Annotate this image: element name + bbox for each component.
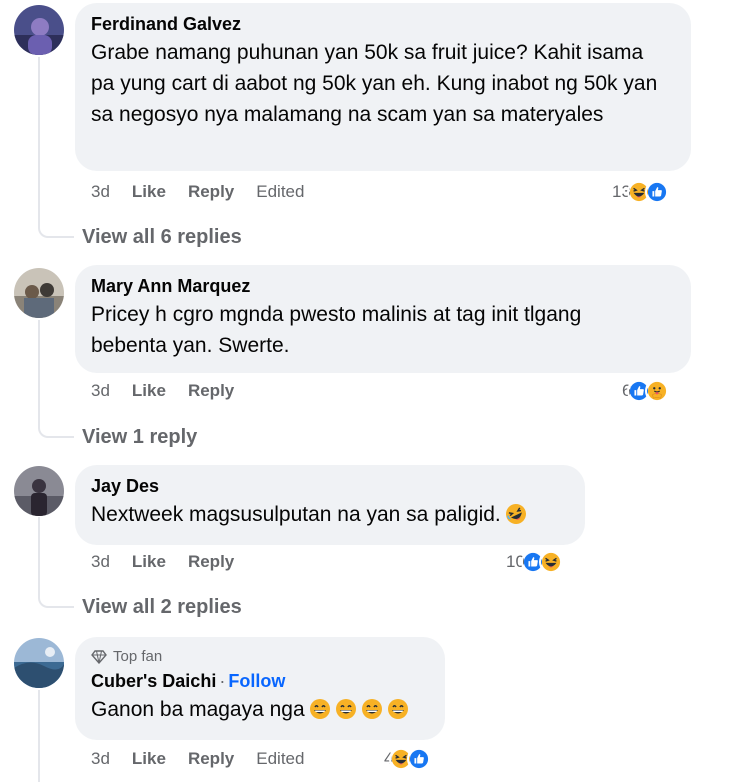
- top-fan-label: Top fan: [113, 648, 163, 665]
- rofl-emoji: [505, 503, 527, 525]
- reply-button[interactable]: Reply: [188, 552, 234, 572]
- comment-text: Pricey h cgro mgnda pwesto malinis at ta…: [91, 303, 582, 357]
- diamond-icon: [91, 650, 107, 664]
- like-button[interactable]: Like: [132, 552, 166, 572]
- comment-text: Nextweek magsusulputan na yan sa paligid…: [91, 503, 501, 526]
- view-replies-link[interactable]: View 1 reply: [82, 426, 197, 449]
- like-icon: [644, 180, 669, 204]
- like-button[interactable]: Like: [132, 381, 166, 401]
- avatar[interactable]: [14, 268, 64, 318]
- avatar[interactable]: [14, 466, 64, 516]
- comment-author-row: Cuber's Daichi · Follow: [91, 670, 429, 692]
- reply-button[interactable]: Reply: [188, 182, 234, 202]
- view-replies-link[interactable]: View all 2 replies: [82, 596, 242, 619]
- comment-actions: 3d Like Reply: [91, 381, 256, 401]
- thread-elbow: [38, 200, 74, 238]
- comment-author[interactable]: Jay Des: [91, 475, 569, 497]
- edited-label: Edited: [256, 182, 305, 201]
- comment-bubble: Jay Des Nextweek magsusulputan na yan sa…: [75, 465, 585, 545]
- thread-elbow: [38, 400, 74, 438]
- comment-text: Ganon ba magaya nga: [91, 698, 305, 721]
- haha-icon: [538, 550, 563, 574]
- reply-button[interactable]: Reply: [188, 749, 234, 769]
- thread-elbow: [38, 570, 74, 608]
- edited-label: Edited: [256, 749, 305, 768]
- grin-emoji: [335, 698, 357, 720]
- thread-line: [38, 690, 40, 782]
- grin-emoji: [309, 698, 331, 720]
- like-button[interactable]: Like: [132, 182, 166, 202]
- comment-bubble: Ferdinand Galvez Grabe namang puhunan ya…: [75, 3, 691, 171]
- care-icon: [645, 379, 670, 403]
- comment-text-row: Nextweek magsusulputan na yan sa paligid…: [91, 499, 569, 530]
- comment-actions: 3d Like Reply Edited: [91, 182, 326, 202]
- follow-button[interactable]: Follow: [228, 671, 285, 691]
- comment-actions: 3d Like Reply: [91, 552, 256, 572]
- grin-emoji: [387, 698, 409, 720]
- reaction-summary[interactable]: 13: [612, 180, 669, 204]
- view-replies-link[interactable]: View all 6 replies: [82, 226, 242, 249]
- comment-author[interactable]: Mary Ann Marquez: [91, 275, 675, 297]
- comment-timestamp[interactable]: 3d: [91, 182, 110, 202]
- comment-text: Grabe namang puhunan yan 50k sa fruit ju…: [91, 41, 658, 126]
- comment-actions: 3d Like Reply Edited: [91, 749, 326, 769]
- comment-author[interactable]: Ferdinand Galvez: [91, 13, 675, 35]
- grin-emoji: [361, 698, 383, 720]
- reaction-summary[interactable]: 10: [506, 550, 563, 574]
- comment-timestamp[interactable]: 3d: [91, 749, 110, 769]
- like-icon: [407, 747, 432, 771]
- separator-dot: ·: [219, 671, 226, 691]
- reaction-summary[interactable]: 4: [384, 747, 432, 771]
- top-fan-badge: Top fan: [91, 647, 429, 667]
- reaction-summary[interactable]: 6: [622, 379, 670, 403]
- comment-timestamp[interactable]: 3d: [91, 552, 110, 572]
- like-button[interactable]: Like: [132, 749, 166, 769]
- reply-button[interactable]: Reply: [188, 381, 234, 401]
- avatar[interactable]: [14, 638, 64, 688]
- avatar[interactable]: [14, 5, 64, 55]
- comment-bubble: Top fan Cuber's Daichi · Follow Ganon ba m…: [75, 637, 445, 740]
- thread-line: [38, 57, 40, 222]
- comment-bubble: Mary Ann Marquez Pricey h cgro mgnda pwe…: [75, 265, 691, 373]
- comment-text-row: Ganon ba magaya nga: [91, 694, 429, 725]
- comment-timestamp[interactable]: 3d: [91, 381, 110, 401]
- comment-author[interactable]: Cuber's Daichi: [91, 671, 216, 691]
